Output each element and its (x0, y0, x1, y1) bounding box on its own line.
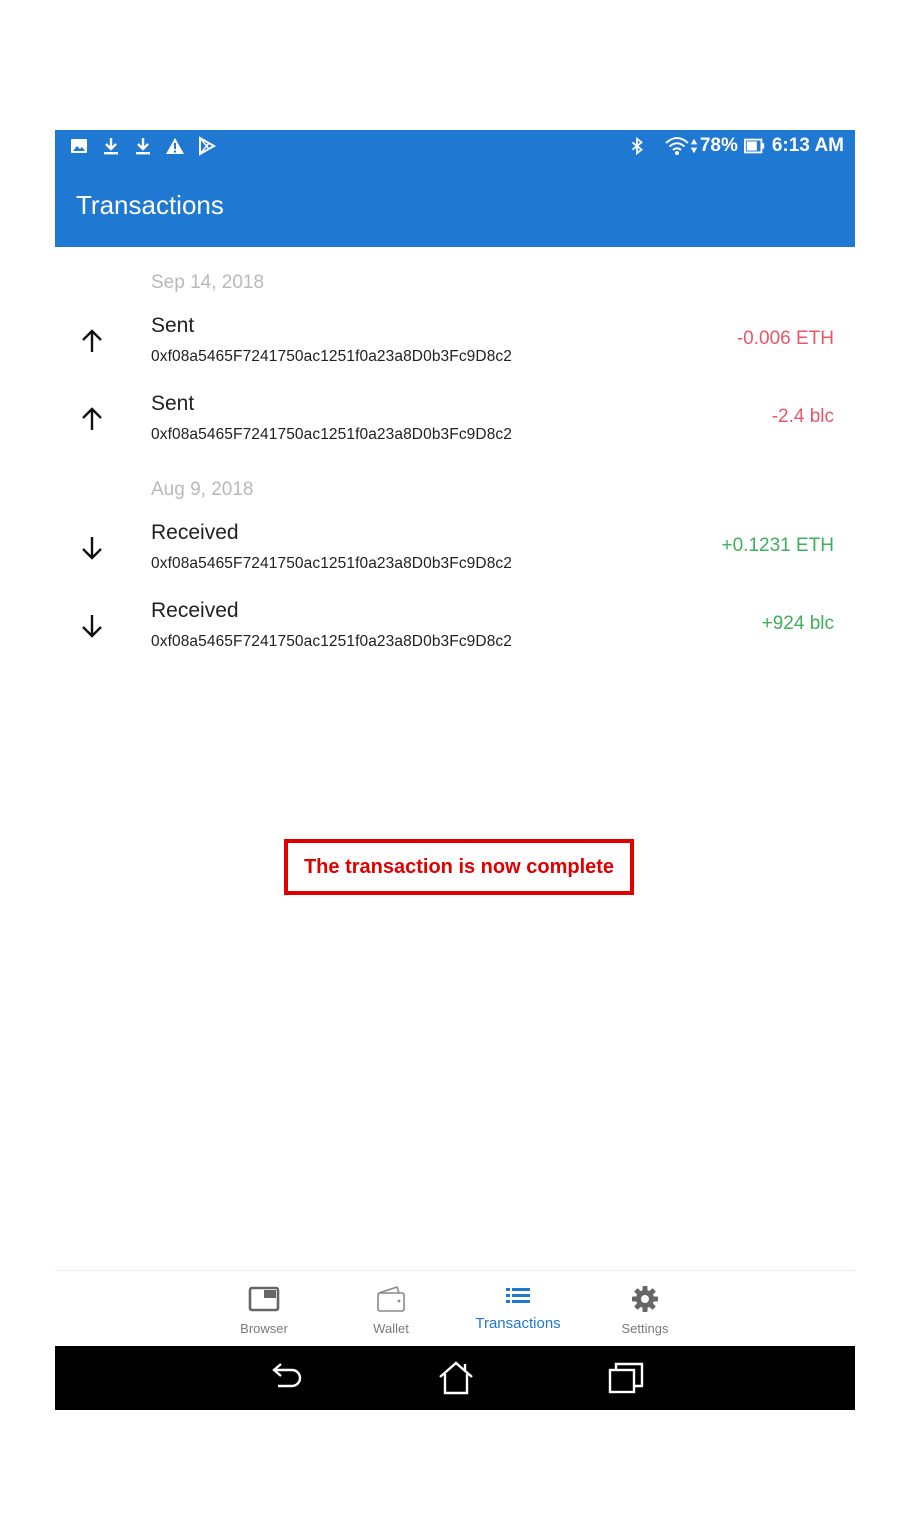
recent-apps-icon[interactable] (606, 1360, 646, 1396)
wifi-icon (665, 137, 689, 155)
nav-settings[interactable]: Settings (585, 1285, 705, 1336)
transaction-amount: -0.006 ETH (736, 328, 834, 349)
nav-transactions[interactable]: Transactions (458, 1285, 578, 1332)
nav-transactions-label: Transactions (475, 1315, 561, 1332)
nav-wallet-label: Wallet (373, 1321, 409, 1336)
data-activity-icon (690, 138, 698, 154)
transaction-row[interactable]: Received 0xf08a5465F7241750ac1251f0a23a8… (55, 521, 855, 599)
app-bar: Transactions (55, 162, 855, 247)
warning-icon (166, 138, 184, 154)
transaction-type: Sent (151, 314, 195, 337)
transaction-row[interactable]: Sent 0xf08a5465F7241750ac1251f0a23a8D0b3… (55, 314, 855, 392)
transaction-type: Received (151, 521, 239, 544)
back-icon[interactable] (266, 1360, 306, 1396)
nav-browser-label: Browser (240, 1321, 288, 1336)
transaction-address: 0xf08a5465F7241750ac1251f0a23a8D0b3Fc9D8… (151, 555, 512, 572)
nav-settings-label: Settings (621, 1321, 669, 1336)
download-icon (136, 138, 150, 155)
phone-screen: 78% 6:13 AM Transactions Sep 14, 2018 Se… (55, 130, 855, 1410)
browser-icon (248, 1286, 280, 1312)
arrow-up-icon (82, 407, 102, 430)
arrow-up-icon (82, 329, 102, 352)
nav-wallet[interactable]: Wallet (331, 1285, 451, 1336)
transaction-amount: -2.4 blc (771, 406, 834, 427)
page-title: Transactions (76, 190, 224, 220)
transaction-type: Received (151, 599, 239, 622)
transaction-type: Sent (151, 392, 195, 415)
transaction-row[interactable]: Sent 0xf08a5465F7241750ac1251f0a23a8D0b3… (55, 392, 855, 470)
completion-notice-text: The transaction is now complete (303, 856, 615, 878)
notification-icons (69, 135, 217, 157)
date-header: Sep 14, 2018 (151, 272, 265, 293)
status-bar: 78% 6:13 AM (55, 130, 855, 162)
transaction-address: 0xf08a5465F7241750ac1251f0a23a8D0b3Fc9D8… (151, 426, 512, 443)
system-status: 78% 6:13 AM (628, 134, 844, 158)
gear-icon (632, 1286, 658, 1312)
wallet-icon (377, 1285, 405, 1312)
completion-notice: The transaction is now complete (284, 839, 634, 895)
date-header: Aug 9, 2018 (151, 479, 254, 500)
system-nav-bar (55, 1346, 855, 1410)
nav-browser[interactable]: Browser (204, 1285, 324, 1336)
bottom-nav: Browser Wallet Transactions Settings (55, 1270, 855, 1347)
arrow-down-icon (82, 615, 102, 638)
transaction-amount: +0.1231 ETH (721, 535, 835, 556)
transaction-address: 0xf08a5465F7241750ac1251f0a23a8D0b3Fc9D8… (151, 633, 512, 650)
battery-percent: 78% (699, 135, 738, 156)
arrow-down-icon (82, 537, 102, 560)
battery-icon (743, 138, 765, 154)
list-icon (506, 1288, 530, 1303)
download-icon (104, 138, 118, 155)
home-icon[interactable] (436, 1360, 476, 1396)
transaction-row[interactable]: Received 0xf08a5465F7241750ac1251f0a23a8… (55, 599, 855, 677)
clock: 6:13 AM (771, 135, 844, 156)
image-icon (71, 139, 87, 153)
transaction-address: 0xf08a5465F7241750ac1251f0a23a8D0b3Fc9D8… (151, 348, 512, 365)
transaction-amount: +924 blc (761, 613, 834, 634)
play-store-icon (199, 136, 217, 156)
bluetooth-icon (631, 136, 643, 156)
